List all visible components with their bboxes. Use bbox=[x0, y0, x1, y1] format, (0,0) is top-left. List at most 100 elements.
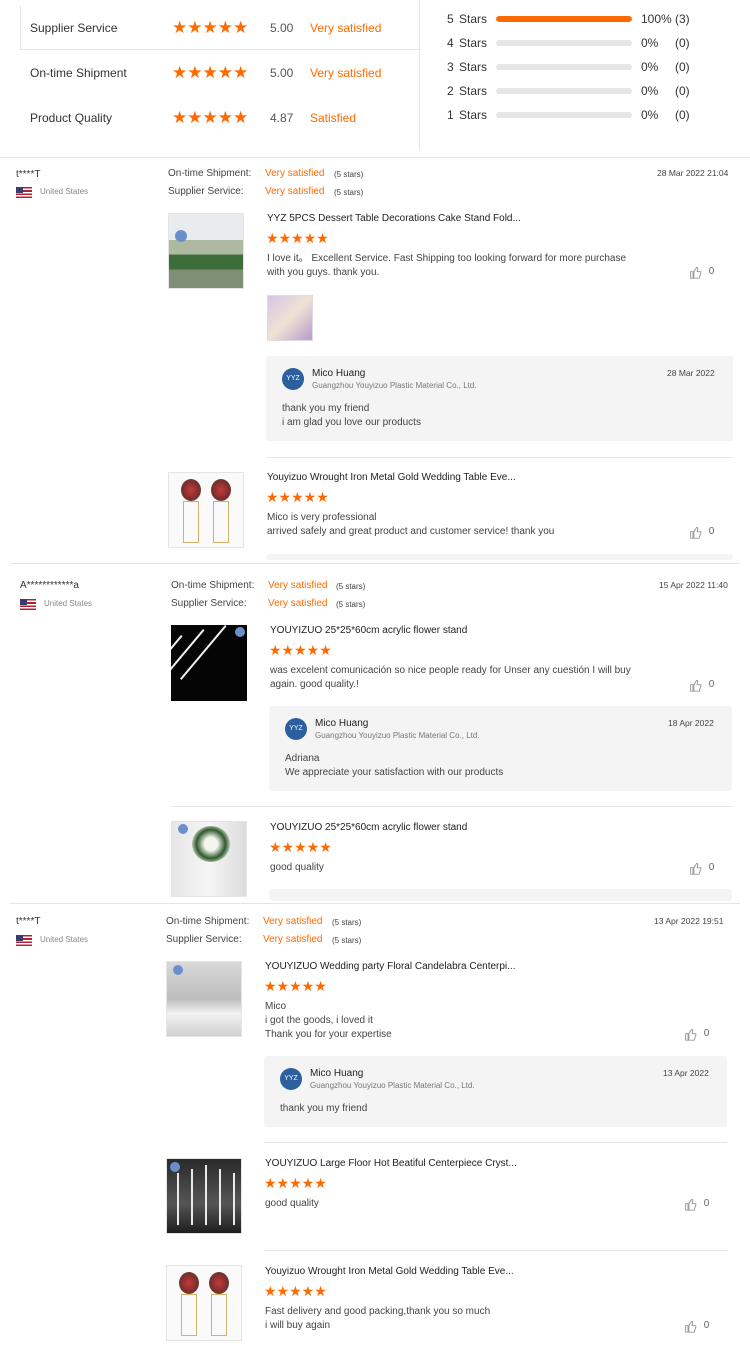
seller-company: Guangzhou Youyizuo Plastic Material Co.,… bbox=[315, 731, 480, 740]
review-text: Mico is very professional arrived safely… bbox=[267, 512, 555, 537]
review-text: I love it。 Excellent Service. Fast Shipp… bbox=[267, 253, 627, 278]
product-stars: ★★★★★ bbox=[264, 1283, 327, 1299]
reviewer-name: t****T bbox=[16, 169, 41, 180]
flower-decoration bbox=[211, 479, 231, 501]
divider bbox=[171, 806, 733, 807]
rating-stars: ★★★★★ bbox=[172, 18, 249, 37]
thumbs-up-icon bbox=[685, 1198, 697, 1211]
rating-satisfaction: Very satisfied bbox=[310, 21, 382, 35]
seller-company: Guangzhou Youyizuo Plastic Material Co.,… bbox=[312, 381, 477, 390]
reply-date: 18 Apr 2022 bbox=[668, 718, 714, 728]
rating-score: 5.00 bbox=[270, 66, 294, 80]
candle-rod bbox=[177, 1173, 179, 1225]
ontime-label: On-time Shipment: bbox=[166, 916, 250, 927]
stand-frame bbox=[181, 1294, 197, 1336]
rating-score: 4.87 bbox=[270, 111, 294, 125]
ontime-value: Very satisfied bbox=[263, 916, 323, 927]
like-button[interactable]: 0 bbox=[684, 1198, 709, 1211]
ontime-value: Very satisfied bbox=[268, 580, 328, 591]
brand-badge-icon bbox=[170, 1162, 180, 1172]
rating-label: Product Quality bbox=[30, 111, 113, 125]
stand-frame bbox=[213, 501, 229, 543]
product-thumbnail[interactable] bbox=[171, 625, 247, 701]
like-button[interactable]: 0 bbox=[689, 266, 714, 279]
seller-logo-icon: YYZ bbox=[280, 1068, 302, 1090]
product-title-link[interactable]: Youyizuo Wrought Iron Metal Gold Wedding… bbox=[265, 1266, 514, 1277]
ontime-value: Very satisfied bbox=[265, 168, 325, 179]
divider bbox=[266, 457, 733, 458]
star-percent: 0% bbox=[641, 108, 659, 122]
rating-label: Supplier Service bbox=[30, 21, 118, 35]
product-stars: ★★★★★ bbox=[266, 230, 329, 246]
seller-reply: YYZ Mico Huang Guangzhou Youyizuo Plasti… bbox=[264, 1056, 727, 1127]
supplier-value: Very satisfied bbox=[265, 186, 325, 197]
seller-reply-collapsed bbox=[269, 889, 732, 901]
like-count: 0 bbox=[708, 266, 715, 277]
thumbs-up-icon bbox=[690, 526, 702, 539]
product-thumbnail[interactable] bbox=[171, 821, 247, 897]
seller-reply-collapsed bbox=[266, 554, 733, 560]
seller-company: Guangzhou Youyizuo Plastic Material Co.,… bbox=[310, 1081, 475, 1090]
like-button[interactable]: 0 bbox=[684, 1028, 709, 1041]
star-percent: 0% bbox=[641, 60, 659, 74]
star-bar bbox=[496, 40, 632, 46]
product-title-link[interactable]: Youyizuo Wrought Iron Metal Gold Wedding… bbox=[267, 472, 516, 483]
star-count: (0) bbox=[675, 36, 690, 50]
star-level: 4 bbox=[447, 36, 454, 50]
like-button[interactable]: 0 bbox=[684, 1320, 709, 1333]
divider bbox=[264, 1250, 727, 1251]
review-text: good quality bbox=[270, 862, 324, 873]
star-count: (0) bbox=[675, 60, 690, 74]
product-title-link[interactable]: YOUYIZUO Large Floor Hot Beatiful Center… bbox=[265, 1158, 517, 1169]
product-title-link[interactable]: YOUYIZUO Wedding party Floral Candelabra… bbox=[265, 961, 515, 972]
star-label: Stars bbox=[459, 36, 488, 50]
product-thumbnail[interactable] bbox=[166, 1158, 242, 1234]
flower-decoration bbox=[179, 1272, 199, 1294]
product-title-link[interactable]: YOUYIZUO 25*25*60cm acrylic flower stand bbox=[270, 822, 467, 833]
like-button[interactable]: 0 bbox=[689, 862, 714, 875]
us-flag-icon bbox=[20, 599, 36, 610]
like-button[interactable]: 0 bbox=[689, 679, 714, 692]
divider bbox=[0, 157, 750, 158]
flower-decoration bbox=[192, 826, 230, 862]
like-count: 0 bbox=[708, 679, 715, 690]
brand-badge-icon bbox=[235, 627, 245, 637]
rating-label: On-time Shipment bbox=[30, 66, 127, 80]
product-thumbnail[interactable] bbox=[168, 213, 244, 289]
review-photo[interactable] bbox=[267, 295, 313, 341]
product-title-link[interactable]: YOUYIZUO 25*25*60cm acrylic flower stand bbox=[270, 625, 467, 636]
review-text: was excelent comunicación so nice people… bbox=[270, 665, 631, 690]
like-button[interactable]: 0 bbox=[689, 526, 714, 539]
product-thumbnail[interactable] bbox=[168, 472, 244, 548]
product-thumbnail[interactable] bbox=[166, 961, 242, 1037]
us-flag-icon bbox=[16, 187, 32, 198]
divider bbox=[264, 1142, 727, 1143]
star-level: 1 bbox=[447, 108, 454, 122]
reviewer-name: A************a bbox=[20, 580, 79, 591]
seller-logo-icon: YYZ bbox=[285, 718, 307, 740]
supplier-label: Supplier Service: bbox=[168, 186, 244, 197]
brand-badge-icon bbox=[173, 965, 183, 975]
reviewer-country: United States bbox=[40, 187, 89, 196]
star-count: (0) bbox=[675, 84, 690, 98]
review-text: good quality bbox=[265, 1198, 319, 1209]
acrylic-rod bbox=[180, 625, 227, 680]
reviewer-country: United States bbox=[40, 935, 89, 944]
star-count: (0) bbox=[675, 108, 690, 122]
star-label: Stars bbox=[459, 60, 488, 74]
divider bbox=[10, 903, 740, 904]
seller-name: Mico Huang bbox=[312, 368, 366, 379]
supplier-stars: (5 stars) bbox=[332, 936, 362, 945]
review-text: Fast delivery and good packing,thank you… bbox=[265, 1306, 491, 1331]
star-bar bbox=[496, 112, 632, 118]
product-thumbnail[interactable] bbox=[166, 1265, 242, 1341]
brand-badge-icon bbox=[178, 824, 188, 834]
product-stars: ★★★★★ bbox=[269, 839, 332, 855]
ontime-stars: (5 stars) bbox=[336, 582, 366, 591]
star-percent: 0% bbox=[641, 84, 659, 98]
rating-satisfaction: Very satisfied bbox=[310, 66, 382, 80]
supplier-label: Supplier Service: bbox=[171, 598, 247, 609]
ontime-label: On-time Shipment: bbox=[171, 580, 255, 591]
like-count: 0 bbox=[708, 862, 715, 873]
product-title-link[interactable]: YYZ 5PCS Dessert Table Decorations Cake … bbox=[267, 213, 521, 224]
